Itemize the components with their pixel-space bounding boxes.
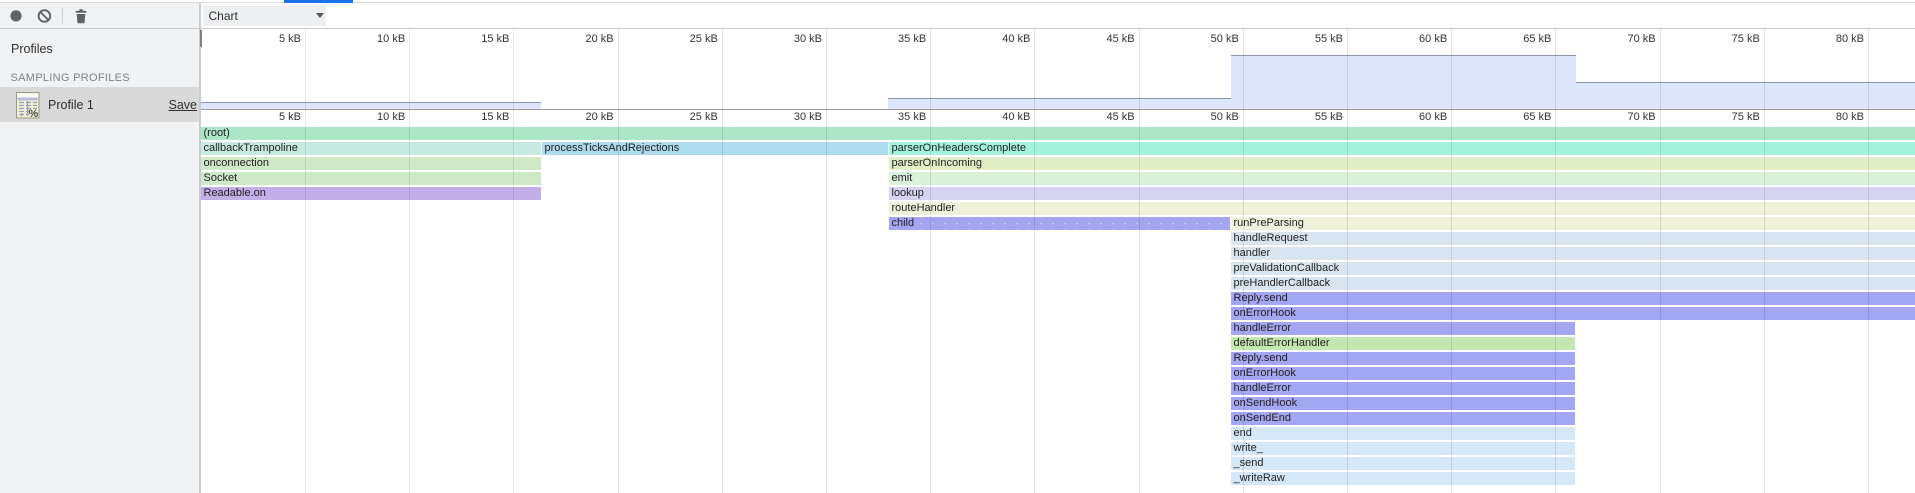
svg-text:%: % xyxy=(29,108,39,119)
